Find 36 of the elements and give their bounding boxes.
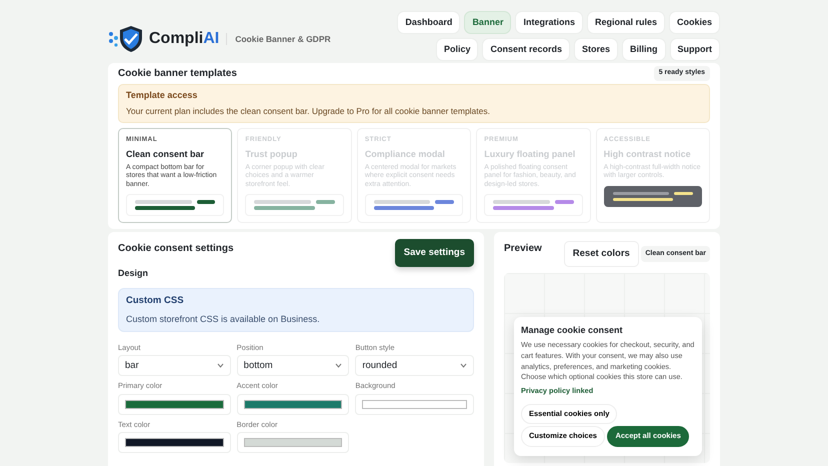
nav-tab[interactable]: Consent records bbox=[482, 38, 570, 61]
nav-tab[interactable]: Dashboard bbox=[397, 11, 460, 34]
select-field[interactable]: rounded bbox=[355, 355, 474, 376]
nav-tab[interactable]: Regional rules bbox=[586, 11, 665, 34]
section-title: Preview bbox=[504, 242, 542, 256]
notice-title: Template access bbox=[126, 88, 198, 102]
info-text: Custom storefront CSS is available on Business. bbox=[126, 312, 321, 326]
nav-tab[interactable]: Stores bbox=[574, 38, 618, 61]
select-field[interactable]: bottom bbox=[236, 355, 350, 376]
nav-tab[interactable]: Cookies bbox=[668, 11, 720, 34]
brand-subtitle: Cookie Banner & GDPR bbox=[226, 32, 331, 46]
chevron-down-icon bbox=[460, 363, 467, 368]
chevron-down-icon bbox=[335, 363, 342, 368]
nav-tab[interactable]: Policy bbox=[436, 38, 478, 61]
select-field[interactable]: bar bbox=[118, 355, 231, 376]
reset-button[interactable]: Reset colors bbox=[564, 240, 639, 267]
section-title: Cookie consent settings bbox=[118, 242, 234, 256]
color-field[interactable] bbox=[236, 432, 350, 453]
brand-name: CompliAI bbox=[149, 29, 220, 49]
shield-logo-icon bbox=[108, 25, 144, 53]
template-title: Clean consent bar bbox=[126, 148, 206, 160]
color-field[interactable] bbox=[118, 394, 231, 415]
color-field[interactable] bbox=[236, 394, 350, 415]
save-button[interactable]: Save settings bbox=[394, 238, 474, 267]
nav-tab[interactable]: Billing bbox=[622, 38, 666, 61]
chevron-down-icon bbox=[216, 363, 224, 368]
popup-title: Manage cookie consent bbox=[521, 324, 624, 337]
nav-tab[interactable]: Support bbox=[670, 38, 720, 61]
info-title: Custom CSS bbox=[126, 294, 185, 308]
nav-tab[interactable]: Integrations bbox=[515, 11, 583, 34]
color-field[interactable] bbox=[355, 394, 474, 415]
color-field[interactable] bbox=[118, 432, 231, 453]
section-title: Cookie banner templates bbox=[118, 67, 237, 81]
section-heading: Design bbox=[118, 266, 150, 280]
notice-text: Your current plan includes the clean consent bar. Upgrade to Pro for all cookie banner templates. bbox=[126, 105, 491, 118]
nav-tab[interactable]: Banner bbox=[464, 11, 512, 34]
